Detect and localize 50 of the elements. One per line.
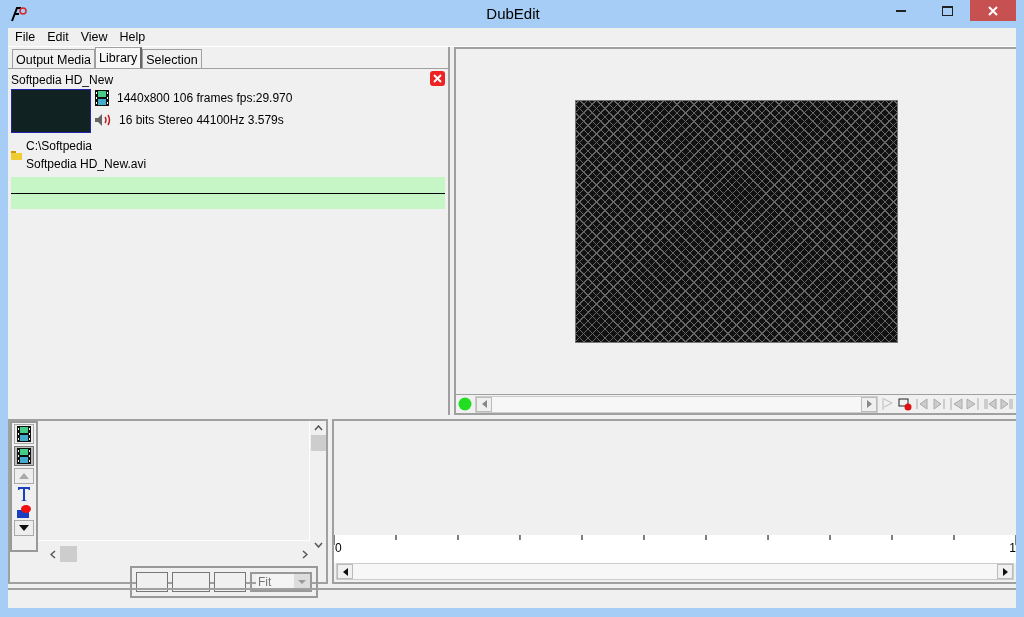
down-arrow-icon [19, 525, 29, 531]
zoom-combo[interactable]: Fit [250, 572, 312, 592]
menu-item[interactable]: View [75, 27, 113, 47]
remove-icon[interactable] [430, 71, 445, 89]
film-button[interactable] [14, 424, 34, 444]
menu-item[interactable]: Help [114, 27, 151, 47]
down-chevron-icon [313, 542, 323, 548]
scrollbar-thumb[interactable] [60, 546, 77, 562]
dropdown-arrow-icon [298, 580, 306, 584]
media-name: Softpedia HD_New [11, 72, 114, 89]
time-field[interactable] [136, 572, 168, 592]
ruler-label: 1 [1009, 542, 1016, 554]
audio-info: 16 bits Stereo 44100Hz 3.579s [119, 112, 284, 129]
close-button[interactable] [970, 0, 1016, 21]
time-field[interactable] [214, 572, 246, 592]
folder-icon [11, 150, 22, 160]
speaker-icon [95, 114, 111, 126]
left-arrow-icon [342, 567, 348, 576]
horizontal-scrollbar[interactable] [50, 546, 308, 562]
status-light-icon [458, 397, 472, 411]
folder-path: C:\Softpedia [26, 138, 94, 155]
menu-item[interactable]: File [10, 27, 41, 47]
scroll-down-button[interactable] [14, 520, 34, 536]
close-icon [988, 5, 998, 16]
time-field[interactable] [172, 572, 210, 592]
scrollbar-thumb[interactable] [310, 435, 326, 451]
right-chevron-icon [302, 549, 308, 559]
up-chevron-icon [313, 425, 323, 431]
maximize-icon [941, 5, 953, 16]
right-arrow-icon [866, 400, 872, 408]
left-chevron-icon [50, 549, 56, 559]
video-info: 1440x800 106 frames fps:29.970 [117, 90, 293, 107]
window-title: DubEdit [486, 4, 540, 22]
timeline-scrollbar[interactable] [336, 563, 1014, 580]
file-name: Softpedia HD_New.avi [26, 156, 147, 173]
tab[interactable]: Library [95, 47, 143, 68]
film-button[interactable] [14, 446, 34, 466]
app-logo-icon [10, 5, 28, 23]
left-arrow-icon [481, 400, 487, 408]
seek-scrollbar[interactable] [475, 395, 878, 413]
tab[interactable]: Output Media [12, 49, 96, 68]
tab[interactable]: Selection [142, 49, 202, 68]
film-icon [17, 426, 31, 442]
right-arrow-icon [1002, 567, 1008, 576]
up-arrow-icon [19, 473, 29, 479]
menu-item[interactable]: Edit [42, 27, 74, 47]
minimize-icon [896, 9, 906, 12]
film-icon [17, 448, 31, 464]
film-icon [95, 90, 109, 106]
ruler-label: 0 [335, 542, 342, 554]
